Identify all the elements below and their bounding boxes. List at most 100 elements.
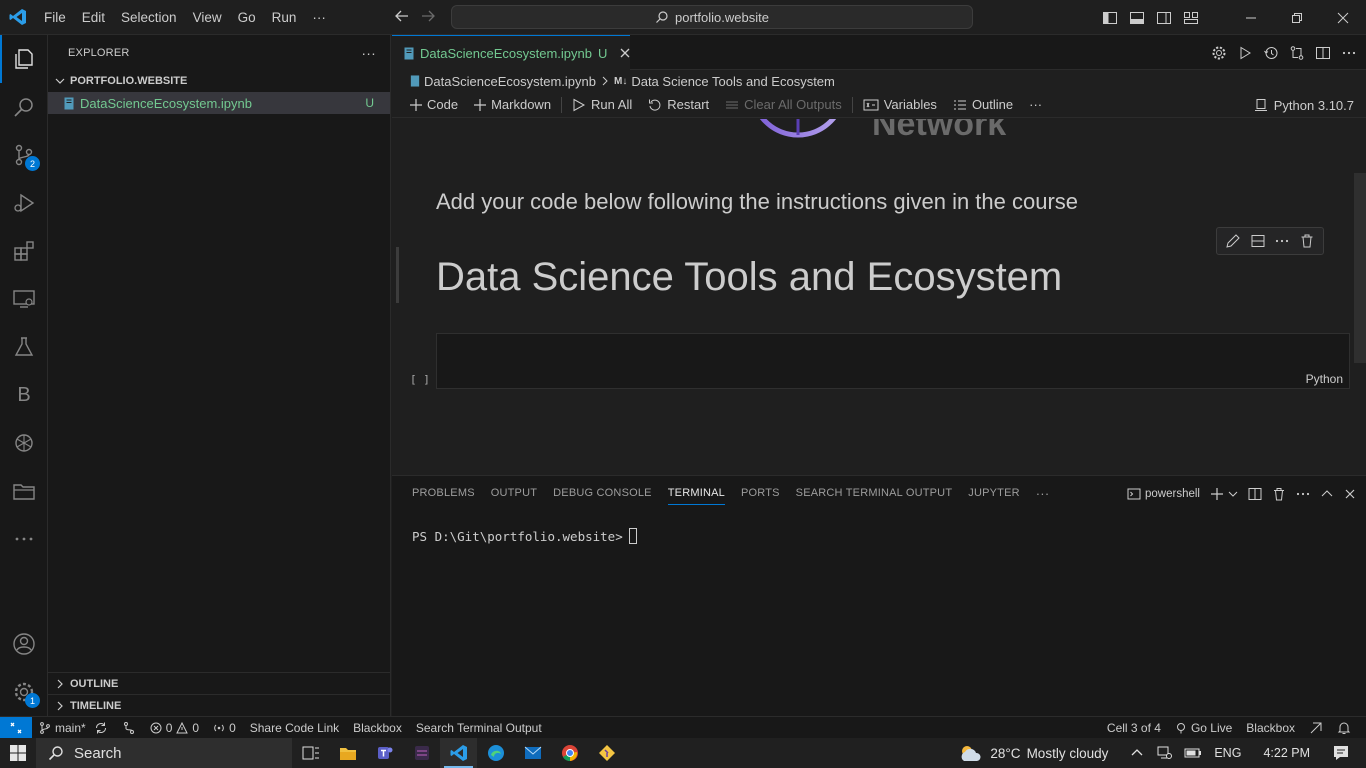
panel-tabs-more[interactable]: ··· xyxy=(1028,476,1058,511)
menu-go[interactable]: Go xyxy=(230,0,264,35)
menu-run[interactable]: Run xyxy=(264,0,305,35)
terminal-shell-selector[interactable]: powershell xyxy=(1127,487,1200,501)
blackbox-status[interactable]: Blackbox xyxy=(346,721,409,735)
breadcrumb-section[interactable]: Data Science Tools and Ecosystem xyxy=(631,74,835,89)
project-manager-icon[interactable] xyxy=(0,467,48,515)
tab-terminal[interactable]: TERMINAL xyxy=(660,476,733,511)
toggle-secondary-sidebar-icon[interactable] xyxy=(1150,10,1177,26)
tab-search-terminal-output[interactable]: SEARCH TERMINAL OUTPUT xyxy=(788,476,961,511)
new-terminal-plus-icon[interactable] xyxy=(1210,487,1224,501)
kill-terminal-trash-icon[interactable] xyxy=(1272,487,1286,501)
menu-view[interactable]: View xyxy=(185,0,230,35)
forward-arrow-icon[interactable] xyxy=(420,8,436,24)
outline-button[interactable]: Outline xyxy=(945,97,1021,112)
close-tab-icon[interactable] xyxy=(619,47,631,59)
search-activity-icon[interactable] xyxy=(0,83,48,131)
copilot-icon[interactable] xyxy=(1302,721,1330,735)
go-live-button[interactable]: Go Live xyxy=(1168,721,1239,735)
history-icon[interactable] xyxy=(1262,45,1280,61)
blackbox-icon[interactable]: B xyxy=(0,371,48,419)
delete-cell-trash-icon[interactable] xyxy=(1299,233,1315,249)
minimize-icon[interactable] xyxy=(1228,0,1274,35)
teams-app-icon[interactable] xyxy=(366,738,403,768)
file-item-notebook[interactable]: DataScienceEcosystem.ipynb U xyxy=(48,92,390,114)
notification-center-icon[interactable] xyxy=(1326,744,1356,762)
accounts-icon[interactable] xyxy=(0,620,48,668)
kernel-picker[interactable]: Python 3.10.7 xyxy=(1254,92,1354,118)
add-code-button[interactable]: Code xyxy=(402,97,466,112)
problems-status[interactable]: 0 0 xyxy=(143,721,206,735)
cell-more-icon[interactable] xyxy=(1274,233,1290,249)
blackbox-right-status[interactable]: Blackbox xyxy=(1239,721,1302,735)
toggle-panel-icon[interactable] xyxy=(1123,10,1150,26)
notebook-settings-icon[interactable] xyxy=(1210,45,1228,61)
tab-problems[interactable]: PROBLEMS xyxy=(404,476,483,511)
editor-more-icon[interactable] xyxy=(1340,45,1358,61)
weather-widget[interactable]: 28°C Mostly cloudy xyxy=(952,744,1114,762)
run-debug-icon[interactable] xyxy=(0,179,48,227)
tray-chevron-up-icon[interactable] xyxy=(1124,746,1150,760)
variables-button[interactable]: Variables xyxy=(855,97,945,112)
cell-position[interactable]: Cell 3 of 4 xyxy=(1100,721,1168,735)
taskbar-search-box[interactable]: Search xyxy=(36,738,292,768)
code-cell-editor[interactable]: Python xyxy=(436,333,1350,389)
tab-ports[interactable]: PORTS xyxy=(733,476,788,511)
chrome-browser-icon[interactable] xyxy=(551,738,588,768)
run-play-icon[interactable] xyxy=(1236,45,1254,61)
explorer-icon[interactable] xyxy=(0,35,48,83)
git-graph-icon[interactable] xyxy=(115,721,143,735)
split-editor-icon[interactable] xyxy=(1314,45,1332,61)
run-all-button[interactable]: Run All xyxy=(564,97,640,112)
maximize-panel-chevron-up-icon[interactable] xyxy=(1320,487,1334,501)
menu-edit[interactable]: Edit xyxy=(74,0,113,35)
breadcrumb-file[interactable]: DataScienceEcosystem.ipynb xyxy=(424,74,596,89)
edge-browser-icon[interactable] xyxy=(477,738,514,768)
add-markdown-button[interactable]: Markdown xyxy=(466,97,559,112)
terminal-dropdown-chevron-icon[interactable] xyxy=(1228,489,1238,499)
restart-button[interactable]: Restart xyxy=(640,97,717,112)
windows-start-icon[interactable] xyxy=(0,738,36,768)
git-app-icon[interactable] xyxy=(588,738,625,768)
editor-scrollbar[interactable] xyxy=(1354,173,1366,363)
testing-flask-icon[interactable] xyxy=(0,323,48,371)
task-view-icon[interactable] xyxy=(292,738,329,768)
command-center[interactable]: portfolio.website xyxy=(451,5,973,29)
close-window-icon[interactable] xyxy=(1320,0,1366,35)
split-cell-icon[interactable] xyxy=(1250,233,1266,249)
extensions-icon[interactable] xyxy=(0,227,48,275)
settings-gear-icon[interactable]: 1 xyxy=(0,668,48,716)
close-panel-icon[interactable] xyxy=(1344,488,1356,500)
chatgpt-icon[interactable] xyxy=(0,419,48,467)
back-arrow-icon[interactable] xyxy=(394,8,410,24)
terminal-view[interactable]: PS D:\Git\portfolio.website> xyxy=(392,511,1366,561)
menu-file[interactable]: File xyxy=(36,0,74,35)
notifications-bell-icon[interactable] xyxy=(1330,721,1358,735)
file-explorer-app-icon[interactable] xyxy=(329,738,366,768)
folder-header[interactable]: PORTFOLIO.WEBSITE xyxy=(48,70,390,92)
battery-icon[interactable] xyxy=(1178,747,1208,759)
remote-explorer-icon[interactable] xyxy=(0,275,48,323)
toolbar-more-button[interactable]: ··· xyxy=(1021,97,1050,112)
tab-jupyter[interactable]: JUPYTER xyxy=(960,476,1028,511)
source-control-icon[interactable]: 2 xyxy=(0,131,48,179)
edit-pencil-icon[interactable] xyxy=(1225,233,1241,249)
clock[interactable]: 4:22 PM xyxy=(1257,746,1316,760)
restore-icon[interactable] xyxy=(1274,0,1320,35)
share-code-link[interactable]: Share Code Link xyxy=(243,721,346,735)
sidebar-more-button[interactable]: ··· xyxy=(361,45,376,61)
more-views-icon[interactable] xyxy=(0,515,48,563)
search-terminal-output-status[interactable]: Search Terminal Output xyxy=(409,721,549,735)
tab-debug-console[interactable]: DEBUG CONSOLE xyxy=(545,476,660,511)
language-indicator[interactable]: ENG xyxy=(1208,746,1247,760)
media-app-icon[interactable] xyxy=(403,738,440,768)
toggle-primary-sidebar-icon[interactable] xyxy=(1096,10,1123,26)
split-terminal-icon[interactable] xyxy=(1248,487,1262,501)
network-icon[interactable] xyxy=(1150,746,1178,760)
customize-layout-icon[interactable] xyxy=(1177,10,1204,26)
markdown-cell-text[interactable]: Add your code below following the instru… xyxy=(436,189,1078,215)
menu-more[interactable]: ··· xyxy=(304,0,334,35)
clear-outputs-button[interactable]: Clear All Outputs xyxy=(717,97,850,112)
tab-output[interactable]: OUTPUT xyxy=(483,476,545,511)
mail-app-icon[interactable] xyxy=(514,738,551,768)
markdown-heading[interactable]: Data Science Tools and Ecosystem xyxy=(436,255,1062,300)
